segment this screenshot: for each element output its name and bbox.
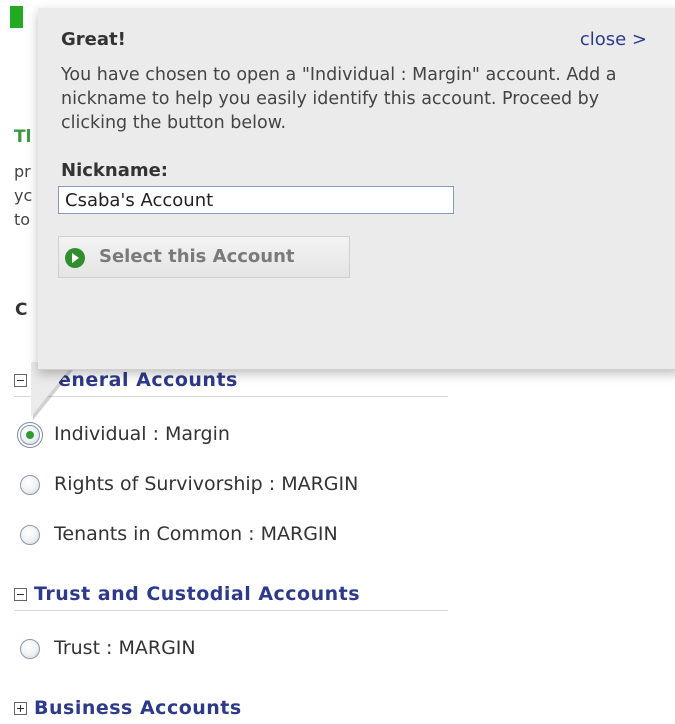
option-label[interactable]: Individual : Margin <box>54 423 230 445</box>
arrow-right-circle-icon <box>65 248 85 268</box>
close-link[interactable]: close > <box>580 29 647 50</box>
intro-text-partial-3: to <box>14 210 31 229</box>
intro-text-partial-1: pr <box>14 162 31 181</box>
select-account-button-label: Select this Account <box>99 246 295 267</box>
section-general-accounts: eneral Accounts <box>14 368 448 397</box>
choose-heading-partial: C <box>15 300 28 320</box>
account-selection-callout: Great! close > You have chosen to open a… <box>38 8 675 370</box>
option-label[interactable]: Tenants in Common : MARGIN <box>54 523 338 545</box>
option-label[interactable]: Trust : MARGIN <box>54 637 196 659</box>
section-trust-custodial: Trust and Custodial Accounts <box>14 582 448 611</box>
callout-title: Great! <box>61 29 126 50</box>
status-indicator <box>10 6 23 28</box>
section-business-accounts: Business Accounts <box>14 696 448 724</box>
section-title-trust[interactable]: Trust and Custodial Accounts <box>34 583 360 605</box>
radio-button[interactable] <box>20 475 40 495</box>
section-title-general[interactable]: eneral Accounts <box>58 369 238 391</box>
radio-button[interactable] <box>20 639 40 659</box>
callout-pointer <box>31 362 75 417</box>
select-account-button[interactable]: Select this Account <box>58 236 350 278</box>
nickname-label: Nickname: <box>61 160 168 181</box>
option-label[interactable]: Rights of Survivorship : MARGIN <box>54 473 358 495</box>
callout-message: You have chosen to open a "Individual : … <box>61 65 617 133</box>
section-title-business[interactable]: Business Accounts <box>34 697 242 719</box>
radio-button-selected[interactable] <box>20 425 40 445</box>
radio-button[interactable] <box>20 525 40 545</box>
intro-text-partial-2: yc <box>14 186 33 205</box>
nickname-input[interactable] <box>58 186 454 214</box>
page-heading-partial: Tl <box>14 127 32 147</box>
collapse-icon[interactable] <box>14 374 27 387</box>
collapse-icon[interactable] <box>14 588 27 601</box>
expand-icon[interactable] <box>14 702 27 715</box>
